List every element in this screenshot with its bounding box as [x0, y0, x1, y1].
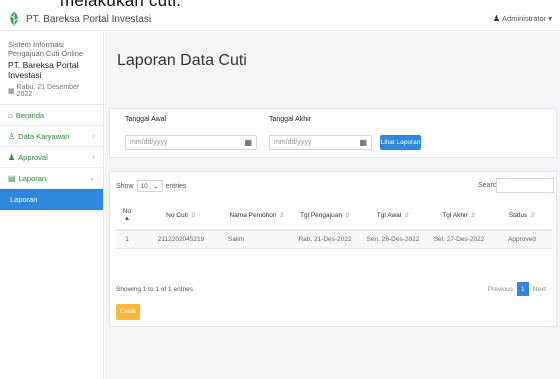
column-header-label: No Cuti	[166, 211, 188, 219]
sidebar-item-label: Beranda	[15, 110, 45, 120]
brand[interactable]: PT. Bareksa Portal Investasi	[6, 11, 151, 27]
cell-status: Approved	[492, 230, 552, 249]
table-header-row: No ▲ No Cuti ⇵ Nama Pemohon ⇵ Tgl Pengajuan…	[116, 201, 552, 231]
sort-icon: ⇵	[530, 212, 536, 219]
column-header[interactable]: Tgl Akhir ⇵	[426, 201, 492, 231]
column-header-label: Tgl Pengajuan	[300, 211, 342, 219]
calendar-icon: ▦	[8, 88, 15, 95]
print-button[interactable]: Cetak	[116, 304, 140, 320]
column-header[interactable]: No ▲	[116, 201, 138, 231]
sidebar-item-label: Laporan	[10, 195, 38, 204]
previous-page-button[interactable]: Previous	[484, 284, 517, 295]
column-header[interactable]: Tgl Pengajuan ⇵	[290, 201, 360, 231]
sort-icon: ▲	[123, 215, 131, 222]
user-name: Administrator	[502, 14, 547, 23]
column-header-label: No	[122, 208, 132, 215]
cell-tgl-akhir: Sel, 27-Des-2022	[426, 230, 492, 249]
view-report-button[interactable]: Lihat Laporan	[380, 135, 421, 150]
chevron-left-icon: ‹	[92, 153, 95, 161]
page-title: Laporan Data Cuti	[117, 52, 247, 69]
sort-icon: ⇵	[404, 212, 410, 219]
report-table: No ▲ No Cuti ⇵ Nama Pemohon ⇵ Tgl Pengajuan…	[116, 201, 552, 249]
current-date: ▦ Rabu, 21 Desember 2022	[8, 84, 95, 98]
start-date-label: Tanggal Awal	[125, 116, 167, 123]
cell-nama-pemohon: Salim	[224, 230, 290, 249]
sort-icon: ⇵	[470, 212, 476, 219]
cell-tgl-awal: Sen, 26-Des-2022	[360, 230, 426, 249]
column-header-label: Tgl Awal	[376, 211, 402, 219]
start-date-input[interactable]: mm/dd/yyyy ▦	[125, 135, 257, 150]
app-title: PT. Bareksa Portal Investasi	[26, 13, 152, 25]
system-name: Sistem Informasi Pengajuan Cuti Online	[8, 40, 84, 58]
cell-tgl-pengajuan: Rab, 21-Des-2022	[290, 230, 360, 249]
column-header[interactable]: No Cuti ⇵	[138, 201, 224, 231]
entries-label: entries	[165, 182, 187, 190]
chevron-left-icon: ‹	[92, 132, 95, 140]
sidebar-item-label: Data Karyawan	[18, 131, 70, 141]
sidebar-item-approval[interactable]: ♟ Approval ‹	[0, 147, 103, 168]
page-1-button[interactable]: 1	[517, 282, 529, 296]
user-icon: ♟	[492, 14, 501, 23]
leaf-logo-icon	[10, 12, 18, 26]
column-header-label: Nama Pemohon	[229, 211, 277, 219]
table-info: Showing 1 to 1 of 1 entries	[116, 286, 193, 293]
top-navbar: PT. Bareksa Portal Investasi ♟ Administr…	[0, 9, 560, 31]
sidebar-item-beranda[interactable]: ⌂ Beranda	[0, 105, 103, 126]
cell-no: 1	[116, 230, 138, 249]
column-header[interactable]: Nama Pemohon ⇵	[224, 201, 290, 231]
sidebar-item-data-karyawan[interactable]: ♙ Data Karyawan ‹	[0, 126, 103, 147]
home-icon: ⌂	[8, 110, 13, 120]
cell-no-cuti: 2112202045219	[138, 230, 224, 249]
next-page-button[interactable]: Next	[529, 284, 550, 295]
search-input[interactable]	[496, 178, 554, 193]
sort-icon: ⇵	[279, 212, 285, 219]
entries-value: 10	[140, 182, 148, 190]
calendar-icon[interactable]: ▦	[244, 138, 252, 147]
chevron-down-icon: ⌄	[89, 175, 95, 182]
chevron-down-icon: ⌄	[153, 183, 159, 190]
date-text: Rabu, 21 Desember 2022	[16, 84, 80, 98]
caret-down-icon: ▾	[548, 14, 552, 23]
filter-card: Tanggal Awal mm/dd/yyyy ▦ Tanggal Akhir …	[109, 108, 557, 158]
start-date-placeholder: mm/dd/yyyy	[130, 139, 168, 146]
sidebar-info: Sistem Informasi Pengajuan Cuti Online P…	[0, 32, 103, 105]
column-header-label: Status	[508, 211, 528, 219]
end-date-label: Tanggal Akhir	[269, 116, 312, 123]
column-header-label: Tgl Akhir	[442, 211, 468, 219]
sidebar-item-label: Laporan	[18, 173, 47, 183]
pagination: Previous 1 Next	[484, 282, 550, 296]
user-check-icon: ♟	[8, 152, 16, 162]
column-header[interactable]: Tgl Awal ⇵	[360, 201, 426, 231]
end-date-placeholder: mm/dd/yyyy	[274, 139, 312, 146]
company-name: PT. Bareksa Portal Investasi	[8, 60, 79, 80]
table-card: Show 10 ⌄ entries Search: No ▲ No Cuti ⇵ N…	[109, 171, 557, 327]
sidebar-item-label: Approval	[18, 152, 48, 162]
sidebar: Sistem Informasi Pengajuan Cuti Online P…	[0, 32, 104, 379]
show-label: Show	[116, 182, 134, 190]
sidebar-item-laporan[interactable]: ▤ Laporan ⌄	[0, 168, 103, 189]
users-icon: ♙	[8, 131, 16, 141]
entries-length: Show 10 ⌄ entries	[116, 180, 187, 192]
end-date-input[interactable]: mm/dd/yyyy ▦	[269, 135, 372, 150]
table-row: 1 2112202045219 Salim Rab, 21-Des-2022 S…	[116, 230, 552, 249]
report-icon: ▤	[8, 173, 16, 183]
entries-select[interactable]: 10 ⌄	[136, 180, 163, 192]
sort-icon: ⇵	[190, 212, 196, 219]
sidebar-subitem-laporan[interactable]: Laporan	[0, 189, 103, 210]
sort-icon: ⇵	[344, 212, 350, 219]
column-header[interactable]: Status ⇵	[492, 201, 552, 231]
calendar-icon[interactable]: ▦	[359, 138, 367, 147]
main-content: Laporan Data Cuti Tanggal Awal mm/dd/yyy…	[105, 32, 560, 379]
user-menu[interactable]: ♟ Administrator ▾	[493, 14, 552, 23]
